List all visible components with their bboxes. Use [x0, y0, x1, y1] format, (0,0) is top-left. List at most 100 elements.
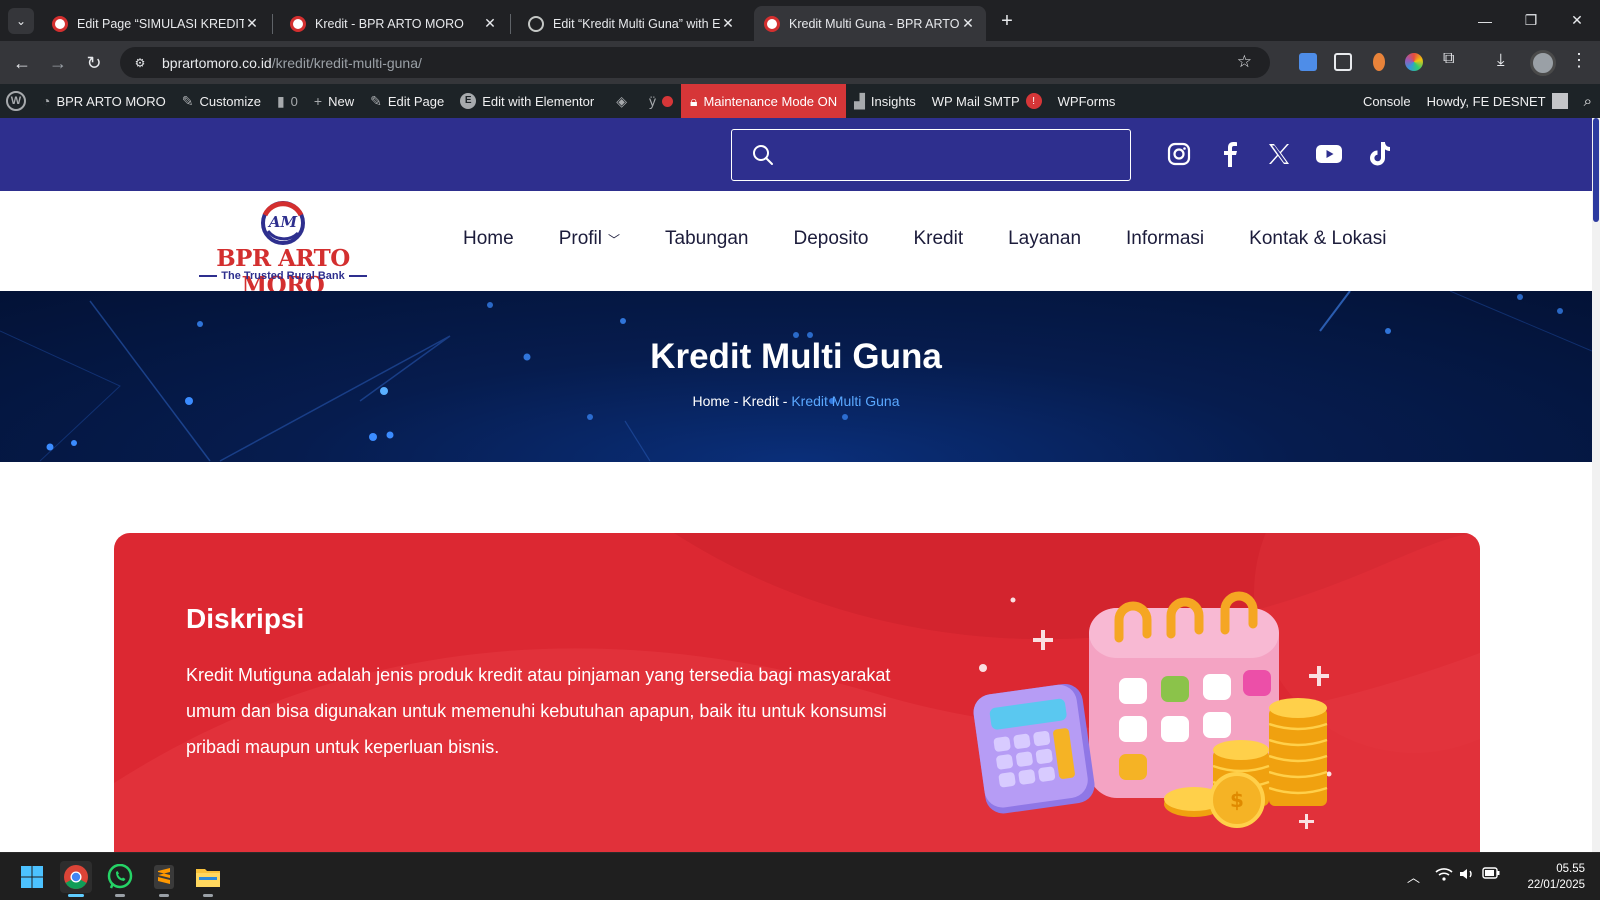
tab-title: Edit Page “SIMULASI KREDIT BPR [77, 16, 244, 31]
show-hidden-icons-icon[interactable]: ︿ [1407, 867, 1420, 886]
seo-status-dot [662, 95, 673, 107]
finance-illustration: $ [973, 591, 1332, 829]
breadcrumb-kredit[interactable]: Kredit [742, 393, 779, 409]
main-navigation: AM BPR ARTO MORO The Trusted Rural Bank … [0, 191, 1592, 299]
logo-tagline: The Trusted Rural Bank [186, 270, 380, 282]
clock-time: 05.55 [1556, 863, 1585, 875]
browser-tab[interactable]: Edit Page “SIMULASI KREDIT BPR ✕ [42, 6, 270, 41]
extension-flame-icon[interactable] [1373, 53, 1385, 71]
close-tab-icon[interactable]: ✕ [244, 15, 260, 32]
tab-search-chevron-icon[interactable]: ⌄ [8, 8, 34, 34]
url-text: bprartomoro.co.id/kredit/kredit-multi-gu… [162, 54, 422, 71]
ab-customize[interactable]: ✎ Customize [174, 84, 269, 118]
browser-menu-icon[interactable]: ⋮ [1570, 50, 1588, 71]
ab-edit-page[interactable]: ✎ Edit Page [362, 84, 452, 118]
back-icon[interactable]: ← [8, 49, 36, 77]
close-tab-icon[interactable]: ✕ [960, 15, 976, 32]
site-settings-icon[interactable]: ⚙ [130, 53, 150, 73]
description-heading: Diskripsi [186, 603, 305, 634]
ab-diamond[interactable]: ◈ [602, 84, 641, 118]
globe-favicon-icon [528, 15, 544, 32]
ab-site-name[interactable]: ◔ BPR ARTO MORO [34, 84, 174, 118]
address-bar[interactable]: ⚙ bprartomoro.co.id/kredit/kredit-multi-… [120, 47, 1270, 78]
restore-icon[interactable]: ❐ [1508, 0, 1554, 41]
browser-tab[interactable]: Edit “Kredit Multi Guna” with El ✕ [518, 6, 746, 41]
user-avatar [1551, 93, 1568, 109]
elementor-icon: E [460, 93, 477, 109]
close-tab-icon[interactable]: ✕ [720, 15, 736, 32]
menu-item-layanan[interactable]: Layanan [1008, 228, 1081, 250]
sublime-text-taskbar-icon[interactable] [148, 861, 180, 897]
volume-icon[interactable] [1459, 867, 1475, 884]
facebook-icon[interactable] [1215, 140, 1243, 168]
menu-item-profil[interactable]: Profil ﹀ [559, 228, 620, 250]
instagram-icon[interactable] [1165, 140, 1193, 168]
browser-tab[interactable]: Kredit - BPR ARTO MORO ✕ [280, 6, 508, 41]
x-icon[interactable] [1265, 140, 1293, 168]
lock-icon: 🔒︎ [690, 92, 698, 109]
close-window-icon[interactable]: ✕ [1554, 0, 1600, 41]
dashboard-icon: ◔ [42, 93, 51, 109]
page-viewport: AM BPR ARTO MORO The Trusted Rural Bank … [0, 118, 1600, 852]
extensions-puzzle-icon[interactable]: ⧉ [1443, 50, 1461, 68]
description-body: Kredit Mutiguna adalah jenis produk kred… [186, 665, 891, 757]
bpr-favicon-icon [764, 15, 780, 32]
forward-icon[interactable]: → [44, 49, 72, 77]
wordpress-logo-icon[interactable]: W [0, 84, 34, 118]
windows-taskbar: ︿ 05.55 22/01/2025 [0, 852, 1600, 900]
new-tab-icon[interactable]: + [996, 10, 1018, 32]
ab-wp-mail-smtp[interactable]: WP Mail SMTP! [924, 84, 1050, 118]
whatsapp-taskbar-icon[interactable] [104, 861, 136, 897]
ab-yoast[interactable]: ÿ [641, 84, 681, 118]
downloads-icon[interactable]: ⤓ [1497, 50, 1515, 69]
profile-avatar[interactable] [1530, 50, 1556, 76]
menu-item-tabungan[interactable]: Tabungan [665, 228, 748, 250]
wifi-icon[interactable] [1435, 867, 1453, 884]
extension-docs-icon[interactable] [1299, 53, 1317, 71]
ab-maintenance-mode[interactable]: 🔒︎ Maintenance Mode ON [681, 84, 847, 118]
site-search-input[interactable] [731, 129, 1131, 181]
svg-text:$: $ [1230, 788, 1244, 812]
pencil-icon: ✎ [370, 92, 382, 109]
plus-icon: + [313, 93, 323, 109]
yoast-icon: ÿ [649, 93, 656, 109]
ab-wpforms[interactable]: WPForms [1050, 84, 1124, 118]
menu-item-informasi[interactable]: Informasi [1126, 228, 1204, 250]
browser-tab-active[interactable]: Kredit Multi Guna - BPR ARTO M ✕ [754, 6, 986, 41]
menu-item-deposito[interactable]: Deposito [793, 228, 868, 250]
minimize-icon[interactable]: — [1462, 0, 1508, 41]
ab-comments[interactable]: ▮ 0 [269, 84, 306, 118]
reload-icon[interactable]: ↻ [80, 49, 108, 77]
chrome-taskbar-icon[interactable] [60, 861, 92, 897]
menu-item-home[interactable]: Home [463, 228, 514, 250]
extension-color-icon[interactable] [1405, 53, 1423, 71]
battery-icon[interactable] [1482, 867, 1500, 882]
windows-start-icon[interactable] [16, 861, 48, 893]
bpr-favicon-icon [290, 15, 306, 32]
system-clock[interactable]: 05.55 22/01/2025 [1505, 861, 1585, 893]
bookmark-star-icon[interactable]: ☆ [1237, 52, 1252, 72]
menu-item-kredit[interactable]: Kredit [913, 228, 963, 250]
breadcrumb-home[interactable]: Home [692, 393, 729, 409]
file-explorer-taskbar-icon[interactable] [192, 861, 224, 897]
youtube-icon[interactable] [1315, 140, 1343, 168]
breadcrumb-separator: - [733, 393, 739, 409]
wp-admin-bar: W ◔ BPR ARTO MORO ✎ Customize ▮ 0 + New ✎ Edi… [0, 84, 1600, 118]
brush-icon: ✎ [181, 92, 194, 109]
ab-insights[interactable]: ▟ Insights [846, 84, 924, 118]
ab-console[interactable]: Console [1355, 84, 1419, 118]
tiktok-icon[interactable] [1366, 140, 1394, 168]
ab-edit-elementor[interactable]: E Edit with Elementor [452, 84, 602, 118]
browser-tabstrip: ⌄ Edit Page “SIMULASI KREDIT BPR ✕ Kredi… [0, 0, 1600, 41]
menu-item-kontak-lokasi[interactable]: Kontak & Lokasi [1249, 228, 1386, 250]
scrollbar-thumb[interactable] [1593, 118, 1599, 222]
page-scrollbar[interactable] [1592, 118, 1600, 852]
ab-new[interactable]: + New [306, 84, 362, 118]
extension-screen-icon[interactable] [1334, 53, 1352, 71]
ab-howdy[interactable]: Howdy, FE DESNET [1419, 84, 1576, 118]
close-tab-icon[interactable]: ✕ [482, 15, 498, 32]
ab-search-icon[interactable]: ⌕ [1576, 84, 1600, 118]
site-logo[interactable]: AM BPR ARTO MORO The Trusted Rural Bank [186, 201, 380, 299]
tab-title: Kredit Multi Guna - BPR ARTO M [789, 16, 960, 31]
comment-icon: ▮ [276, 92, 285, 109]
